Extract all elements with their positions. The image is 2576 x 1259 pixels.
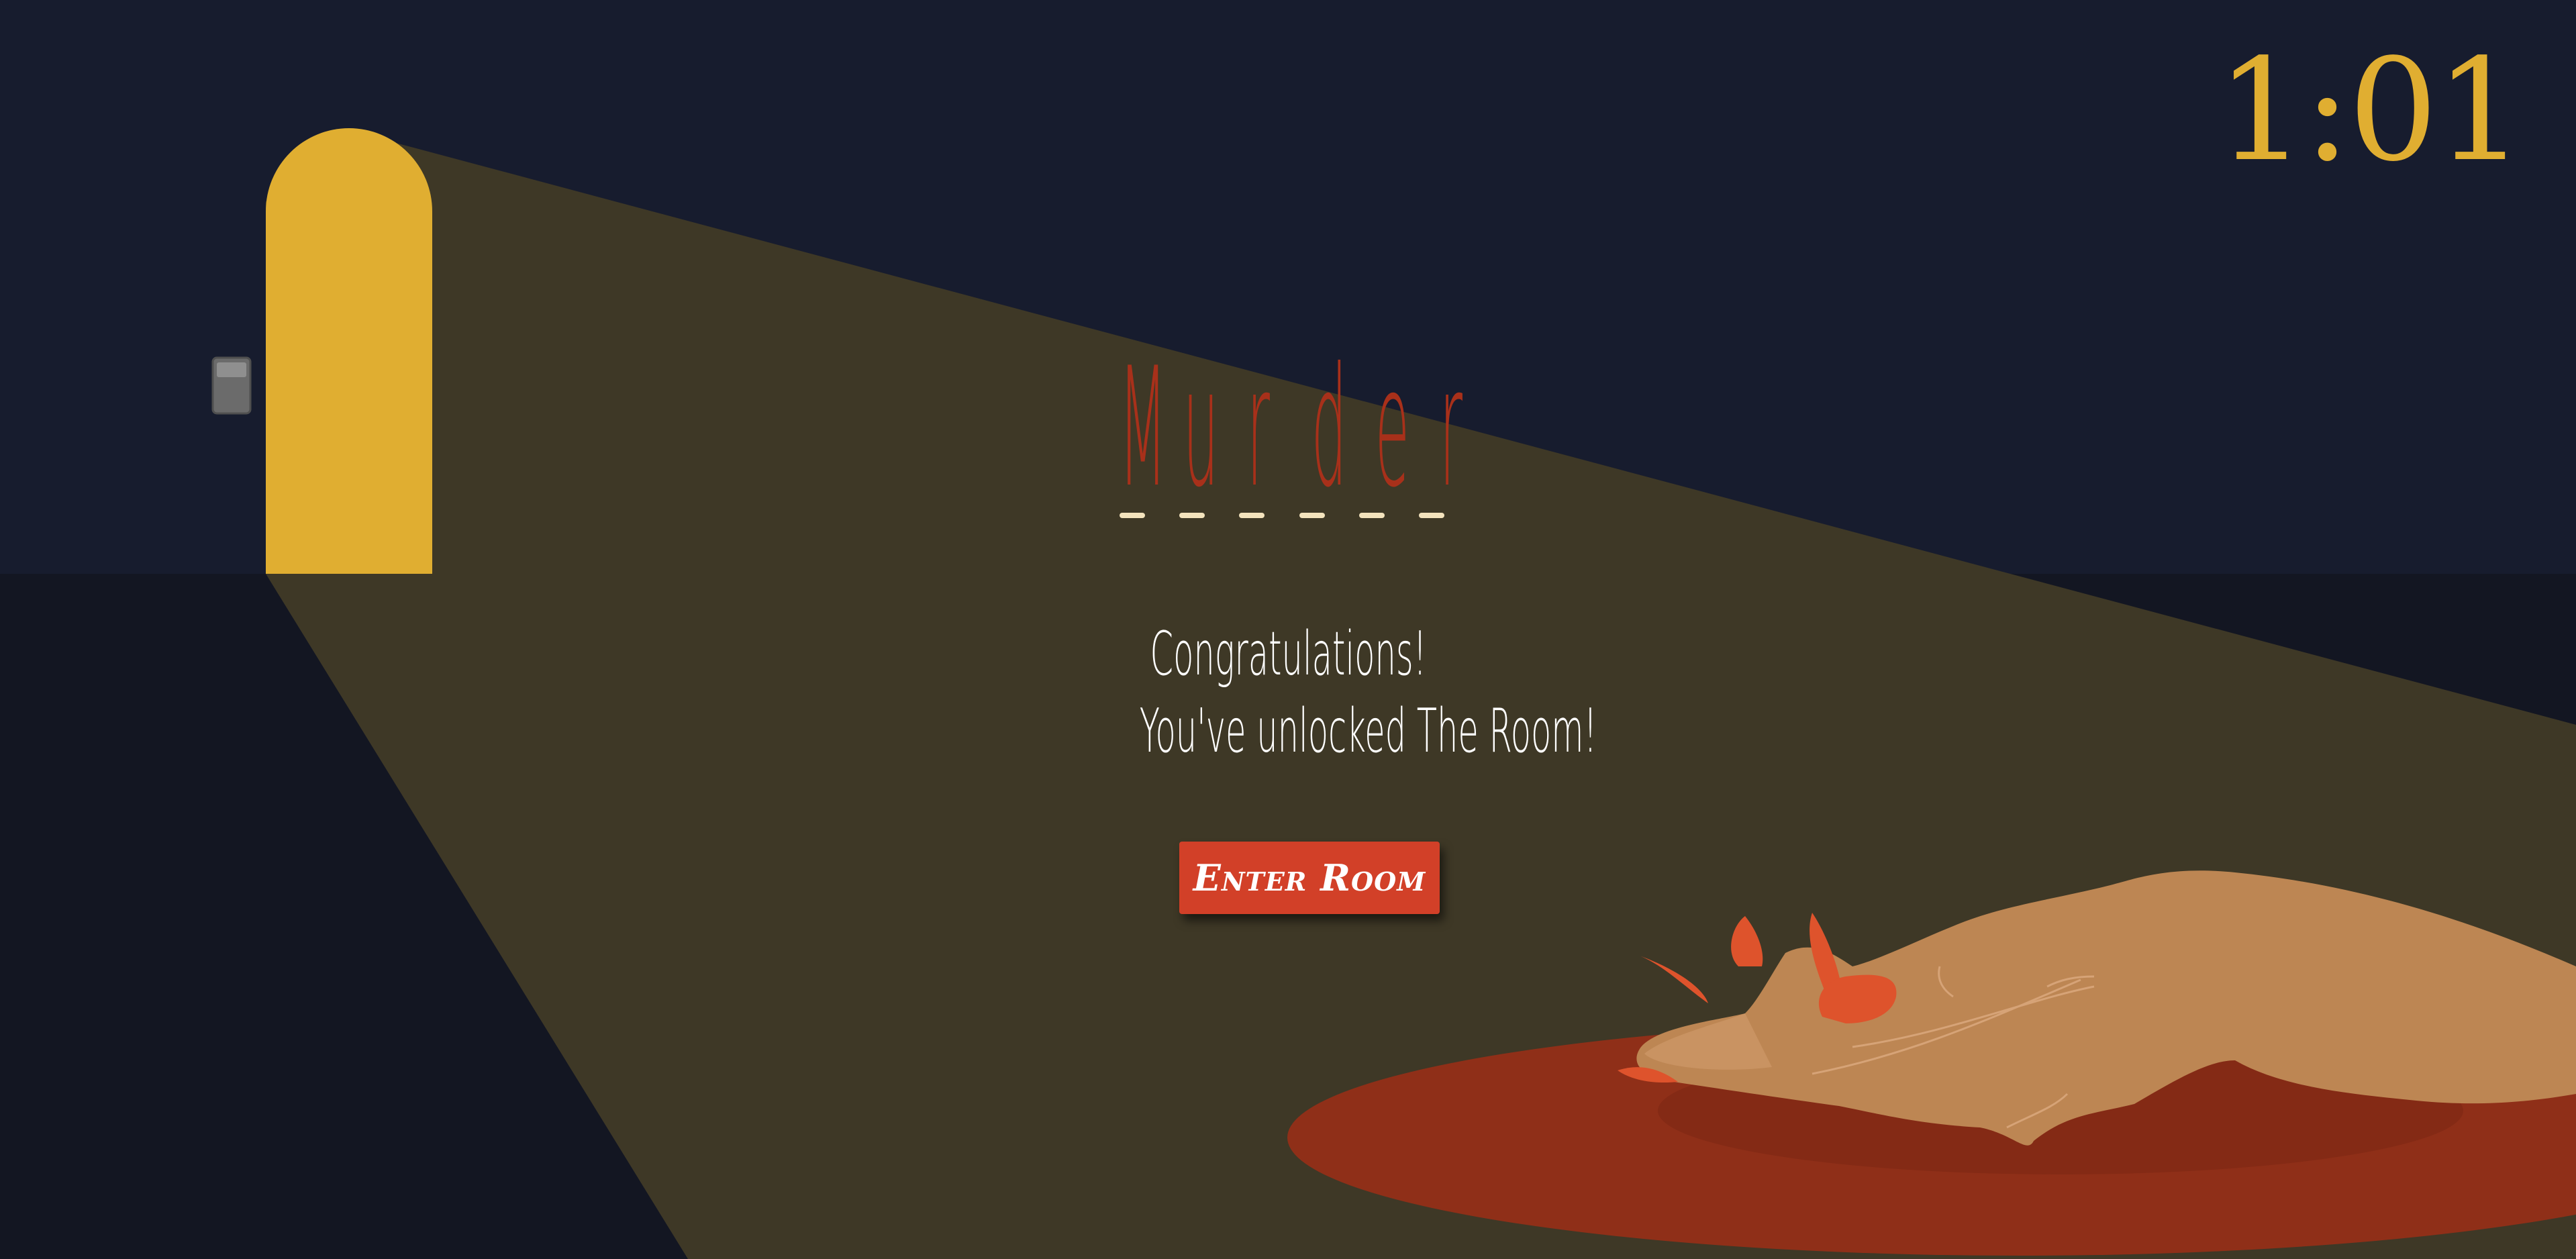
door-icon (266, 128, 432, 574)
letter-blank (1418, 513, 1444, 518)
unlock-message-text: You've unlocked The Room! (1139, 696, 1597, 766)
enter-room-button[interactable]: Enter Room (1179, 842, 1440, 914)
congrats-heading: Congratulations! (952, 624, 1624, 685)
letter-blank (1120, 513, 1145, 518)
countdown-timer: 1:01 (2216, 28, 2525, 193)
puzzle-letter: u (1183, 332, 1219, 523)
congrats-heading-text: Congratulations! (1150, 619, 1426, 689)
letter-blank (1358, 513, 1385, 518)
letter-blank (1179, 513, 1205, 518)
letter-blanks (1120, 513, 1444, 518)
letter-blank (1239, 513, 1265, 518)
letter-blank (1299, 513, 1325, 518)
puzzle-letter: r (1246, 332, 1271, 523)
puzzle-word: M u r d e r (1101, 346, 1475, 510)
game-screen: 1:01 M u r d e r Congratulations! You've… (0, 0, 2576, 1259)
puzzle-letter: e (1375, 332, 1410, 523)
puzzle-letter: d (1311, 332, 1347, 523)
unlock-message: You've unlocked The Room! (952, 701, 1624, 762)
light-switch-icon (211, 356, 252, 415)
puzzle-letter: M (1118, 332, 1167, 523)
puzzle-letter: r (1439, 332, 1463, 523)
